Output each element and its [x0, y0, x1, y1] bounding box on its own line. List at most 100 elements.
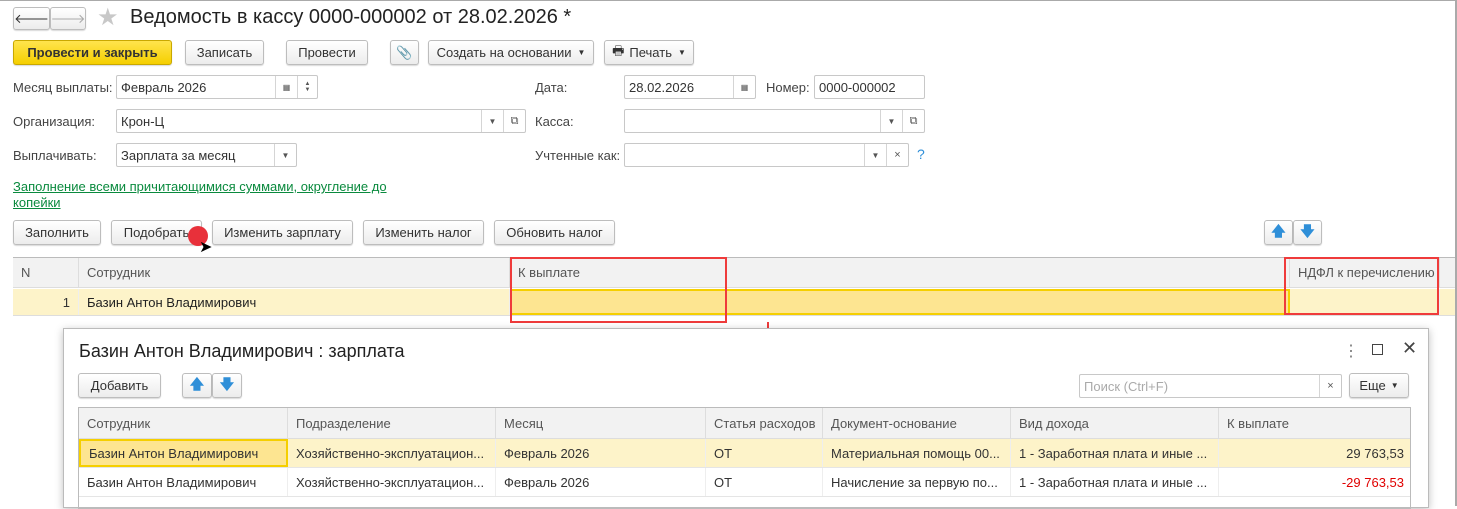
add-button[interactable]: Добавить: [78, 373, 161, 398]
col-n[interactable]: N: [13, 258, 79, 287]
col-document[interactable]: Документ-основание: [823, 408, 1011, 438]
dialog-title: Базин Антон Владимирович : зарплата: [79, 341, 405, 361]
move-up-button[interactable]: 🡅: [182, 373, 212, 398]
paperclip-icon: 📎: [396, 44, 413, 60]
col-expense[interactable]: Статья расходов: [706, 408, 823, 438]
update-tax-button[interactable]: Обновить налог: [494, 220, 615, 245]
cell-document: Материальная помощь 00...: [823, 439, 1011, 467]
month-label: Месяц выплаты:: [13, 80, 113, 95]
cell-pay: 29 763,53: [1346, 445, 1404, 461]
date-label: Дата:: [535, 80, 568, 95]
chevron-down-icon: ▼: [677, 48, 686, 57]
cell-month: Февраль 2026: [496, 468, 706, 496]
help-icon[interactable]: ?: [917, 146, 925, 162]
open-icon[interactable]: ⧉: [503, 110, 525, 132]
cell-department: Хозяйственно-эксплуатацион...: [288, 468, 496, 496]
col-employee[interactable]: Сотрудник: [79, 258, 510, 287]
move-down-button[interactable]: 🡇: [212, 373, 242, 398]
col-income[interactable]: Вид дохода: [1011, 408, 1219, 438]
clear-icon[interactable]: ×: [1319, 375, 1341, 397]
star-icon[interactable]: ★: [97, 3, 119, 32]
dialog-table: Сотрудник Подразделение Месяц Статья рас…: [78, 407, 1411, 509]
maximize-icon[interactable]: [1372, 344, 1383, 355]
arrow-left-icon: 🡐: [14, 10, 49, 26]
fill-button[interactable]: Заполнить: [13, 220, 101, 245]
cash-label: Касса:: [535, 114, 574, 129]
forward-button[interactable]: 🡒: [50, 7, 86, 30]
dialog-table-header: Сотрудник Подразделение Месяц Статья рас…: [79, 408, 1410, 439]
create-based-label: Создать на основании: [436, 45, 572, 60]
highlight-box: [510, 257, 727, 323]
salary-dialog: Базин Антон Владимирович : зарплата ⋮ ✕ …: [63, 328, 1429, 509]
pay-field[interactable]: Зарплата за месяц ▼: [116, 143, 297, 167]
post-button[interactable]: Провести: [286, 40, 368, 65]
cash-field[interactable]: ▼ ⧉: [624, 109, 925, 133]
cell-pay-negative: -29 763,53: [1341, 474, 1404, 490]
date-field[interactable]: 28.02.2026 ▦: [624, 75, 756, 99]
cell-employee[interactable]: Базин Антон Владимирович: [79, 439, 288, 467]
cell-document: Начисление за первую по...: [823, 468, 1011, 496]
cell-department: Хозяйственно-эксплуатацион...: [288, 439, 496, 467]
row-employee: Базин Антон Владимирович: [79, 289, 510, 315]
cell-expense: ОТ: [706, 468, 823, 496]
cell-income: 1 - Заработная плата и иные ...: [1011, 439, 1219, 467]
col-department[interactable]: Подразделение: [288, 408, 496, 438]
arrow-up-icon: 🡅: [189, 375, 205, 392]
save-button[interactable]: Записать: [185, 40, 264, 65]
move-up-button[interactable]: 🡅: [1264, 220, 1293, 245]
close-icon[interactable]: ✕: [1402, 338, 1417, 359]
chevron-down-icon[interactable]: ▼: [274, 144, 296, 166]
chevron-down-icon: ▼: [1390, 381, 1399, 390]
number-field[interactable]: 0000-000002: [814, 75, 925, 99]
org-value: Крон-Ц: [121, 113, 165, 129]
spinner-icon[interactable]: ▲ ▼: [297, 76, 317, 98]
pay-value: Зарплата за месяц: [121, 147, 236, 163]
accounted-label: Учтенные как:: [535, 148, 621, 163]
top-border: [0, 0, 1457, 1]
calendar-icon[interactable]: ▦: [275, 76, 297, 98]
search-placeholder: Поиск (Ctrl+F): [1084, 378, 1169, 394]
more-vert-icon[interactable]: ⋮: [1343, 341, 1359, 361]
arrow-right-icon: 🡒: [50, 10, 86, 26]
print-button[interactable]: 🖶 Печать ▼: [604, 40, 694, 65]
back-button[interactable]: 🡐: [13, 7, 50, 30]
col-employee[interactable]: Сотрудник: [79, 408, 288, 438]
move-down-button[interactable]: 🡇: [1293, 220, 1322, 245]
accounted-field[interactable]: ▼ ×: [624, 143, 909, 167]
col-month[interactable]: Месяц: [496, 408, 706, 438]
post-and-close-button[interactable]: Провести и закрыть: [13, 40, 172, 65]
change-salary-button[interactable]: Изменить зарплату: [212, 220, 353, 245]
cell-employee: Базин Антон Владимирович: [79, 468, 288, 496]
chevron-down-icon[interactable]: ▼: [864, 144, 886, 166]
calendar-icon[interactable]: ▦: [733, 76, 755, 98]
table-row[interactable]: 1 Базин Антон Владимирович: [13, 289, 1455, 316]
table-row[interactable]: Базин Антон Владимирович Хозяйственно-эк…: [79, 439, 1410, 468]
open-icon[interactable]: ⧉: [902, 110, 924, 132]
clear-icon[interactable]: ×: [886, 144, 908, 166]
org-label: Организация:: [13, 114, 96, 129]
search-input[interactable]: Поиск (Ctrl+F) ×: [1079, 374, 1342, 398]
highlight-box: [1284, 257, 1439, 315]
pay-label: Выплачивать:: [13, 148, 97, 163]
fill-link[interactable]: Заполнение всеми причитающимися суммами,…: [13, 179, 403, 211]
month-field[interactable]: Февраль 2026 ▦ ▲ ▼: [116, 75, 318, 99]
date-value: 28.02.2026: [629, 79, 695, 95]
create-based-button[interactable]: Создать на основании ▼: [428, 40, 594, 65]
attach-button[interactable]: 📎: [390, 40, 419, 65]
page-title: Ведомость в кассу 0000-000002 от 28.02.2…: [130, 6, 572, 28]
table-header: N Сотрудник К выплате НДФЛ к перечислени…: [13, 257, 1455, 288]
arrow-down-icon: 🡇: [219, 375, 235, 392]
chevron-down-icon[interactable]: ▼: [481, 110, 503, 132]
col-pay[interactable]: К выплате: [1219, 408, 1412, 438]
org-field[interactable]: Крон-Ц ▼ ⧉: [116, 109, 526, 133]
printer-icon: 🖶: [612, 42, 625, 58]
more-button[interactable]: Еще ▼: [1349, 373, 1409, 398]
month-value: Февраль 2026: [121, 79, 207, 95]
change-tax-button[interactable]: Изменить налог: [363, 220, 484, 245]
cursor-icon: ➤: [199, 239, 213, 256]
arrow-down-icon: 🡇: [1300, 222, 1315, 239]
more-label: Еще: [1359, 378, 1386, 393]
chevron-down-icon[interactable]: ▼: [880, 110, 902, 132]
table-row[interactable]: Базин Антон Владимирович Хозяйственно-эк…: [79, 468, 1410, 497]
print-label: Печать: [629, 45, 672, 60]
